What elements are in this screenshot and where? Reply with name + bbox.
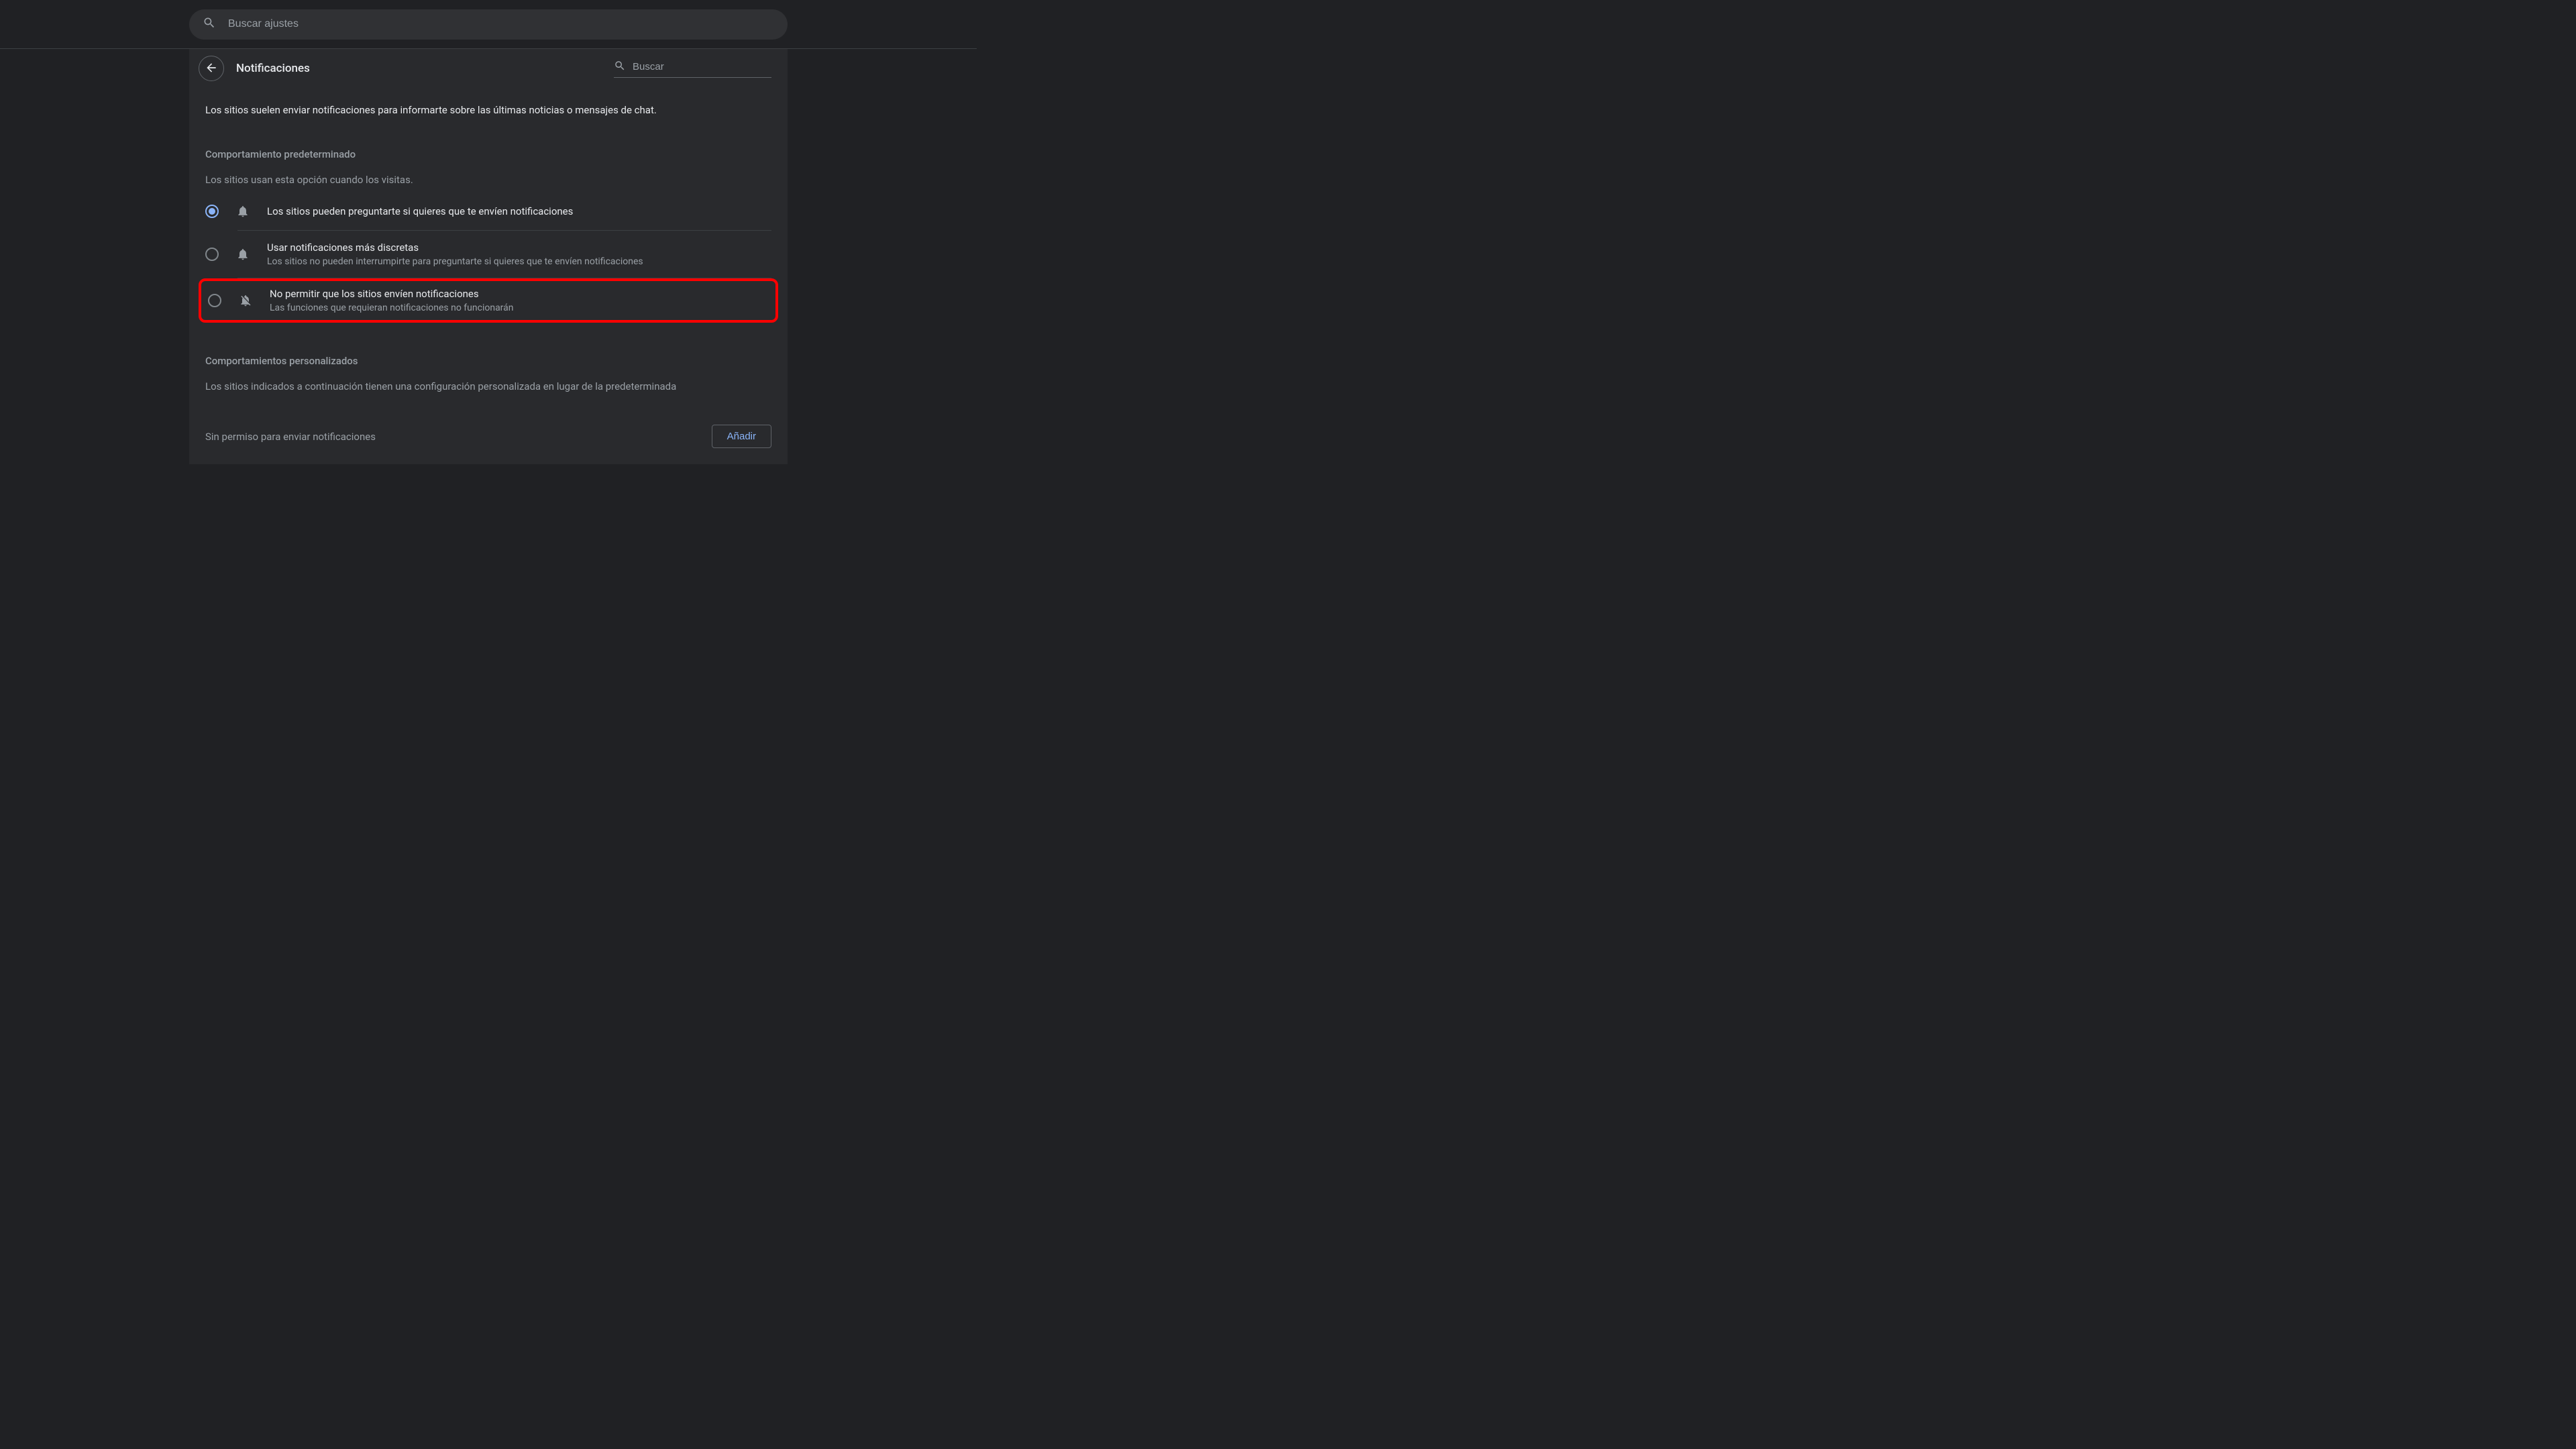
radio-description: Las funciones que requieran notificacion… [270,303,514,313]
page-description: Los sitios suelen enviar notificaciones … [189,88,788,132]
radio-indicator [205,248,219,261]
radio-description: Los sitios no pueden interrumpirte para … [267,256,643,267]
global-search-field[interactable] [228,18,774,30]
radio-label: Usar notificaciones más discretas [267,241,643,254]
blocked-sites-row: Sin permiso para enviar notificaciones A… [189,409,788,464]
radio-indicator [205,205,219,218]
page-title: Notificaciones [236,62,602,75]
local-search-field[interactable] [633,61,771,72]
global-search-input[interactable] [189,9,788,40]
local-search-input[interactable] [614,60,771,78]
radio-text: No permitir que los sitios envíen notifi… [270,288,514,313]
search-icon [203,16,216,32]
top-bar [0,0,977,49]
search-icon [614,60,626,74]
settings-panel: Notificaciones Los sitios suelen enviar … [189,49,788,464]
custom-behavior-title: Comportamientos personalizados [205,355,771,367]
custom-behavior-description: Los sitios indicados a continuación tien… [205,380,771,392]
add-site-button[interactable]: Añadir [712,425,771,448]
radio-text: Los sitios pueden preguntarte si quieres… [267,205,573,217]
radio-indicator [208,294,221,307]
default-behavior-subtitle: Los sitios usan esta opción cuando los v… [189,160,788,193]
bell-icon [235,246,251,262]
radio-label: No permitir que los sitios envíen notifi… [270,288,514,300]
radio-option-block[interactable]: No permitir que los sitios envíen notifi… [199,278,778,323]
custom-behavior-section: Comportamientos personalizados Los sitio… [189,339,788,409]
bell-off-icon [237,292,254,309]
bell-icon [235,203,251,219]
arrow-left-icon [205,61,218,76]
back-button[interactable] [199,56,224,81]
panel-header: Notificaciones [189,49,788,88]
radio-option-quiet[interactable]: Usar notificaciones más discretas Los si… [205,231,771,278]
radio-group: Los sitios pueden preguntarte si quieres… [189,193,788,339]
default-behavior-title: Comportamiento predeterminado [189,132,788,160]
radio-option-ask[interactable]: Los sitios pueden preguntarte si quieres… [205,193,771,230]
radio-text: Usar notificaciones más discretas Los si… [267,241,643,267]
content-area: Notificaciones Los sitios suelen enviar … [0,49,977,464]
radio-label: Los sitios pueden preguntarte si quieres… [267,205,573,217]
blocked-sites-label: Sin permiso para enviar notificaciones [205,431,376,443]
